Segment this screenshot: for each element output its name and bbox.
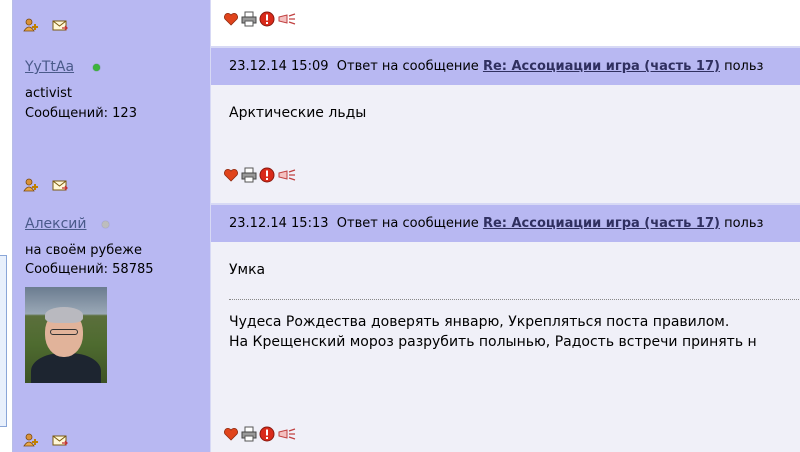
send-message-icon[interactable] [52, 17, 68, 33]
report-icon[interactable] [259, 11, 275, 27]
post-datetime: 23.12.14 15:09 [229, 59, 329, 74]
signature-line: Чудеса Рождества доверять январю, Укрепл… [229, 314, 730, 330]
add-friend-icon[interactable] [23, 177, 39, 193]
report-icon[interactable] [259, 167, 275, 183]
send-message-icon[interactable] [52, 432, 68, 448]
message-header: 23.12.14 15:13 Ответ на сообщение Re: Ас… [211, 203, 800, 242]
share-icon[interactable] [277, 167, 297, 183]
user-cell: YyTtAa activist Сообщений: 123 [13, 46, 211, 203]
reply-prefix: Ответ на сообщение [336, 59, 479, 74]
reply-link[interactable]: Re: Ассоциации игра (часть 17) [483, 216, 720, 231]
message-cell: 23.12.14 15:09 Ответ на сообщение Re: Ас… [211, 46, 800, 203]
message-actions [223, 11, 297, 27]
report-icon[interactable] [259, 426, 275, 442]
signature-divider [229, 299, 800, 300]
print-icon[interactable] [241, 11, 257, 27]
like-heart-icon[interactable] [223, 11, 239, 27]
previous-user-cell [13, 0, 211, 46]
side-panel-edge [0, 255, 7, 427]
like-heart-icon[interactable] [223, 426, 239, 442]
user-rank: activist [25, 86, 72, 101]
user-actions [23, 177, 68, 193]
add-friend-icon[interactable] [23, 17, 39, 33]
avatar[interactable] [25, 287, 107, 383]
user-actions [23, 432, 68, 448]
print-icon[interactable] [241, 426, 257, 442]
reply-prefix: Ответ на сообщение [336, 216, 479, 231]
share-icon[interactable] [277, 426, 297, 442]
send-message-icon[interactable] [52, 177, 68, 193]
message-cell: 23.12.14 15:13 Ответ на сообщение Re: Ас… [211, 203, 800, 452]
previous-message-cell [211, 0, 800, 46]
like-heart-icon[interactable] [223, 167, 239, 183]
user-rank: на своём рубеже [25, 243, 142, 258]
reply-suffix: польз [724, 59, 764, 74]
message-header: 23.12.14 15:09 Ответ на сообщение Re: Ас… [211, 46, 800, 85]
user-cell: Алексий на своём рубеже Сообщений: 58785 [13, 203, 211, 452]
share-icon[interactable] [277, 11, 297, 27]
add-friend-icon[interactable] [23, 432, 39, 448]
user-actions [23, 17, 68, 33]
messages-count: Сообщений: 58785 [25, 262, 154, 277]
online-status-icon [93, 64, 100, 71]
post-datetime: 23.12.14 15:13 [229, 216, 329, 231]
message-text: Умка [229, 262, 266, 278]
messages-count: Сообщений: 123 [25, 106, 137, 121]
print-icon[interactable] [241, 167, 257, 183]
offline-status-icon [102, 221, 109, 228]
forum-post: Алексий на своём рубеже Сообщений: 58785 [13, 203, 800, 452]
previous-post-footer [13, 0, 800, 46]
username-link[interactable]: Алексий [25, 216, 87, 232]
forum-post: YyTtAa activist Сообщений: 123 23.12.14 … [13, 46, 800, 203]
left-edge [0, 0, 12, 452]
message-text: Арктические льды [229, 105, 367, 121]
username-link[interactable]: YyTtAa [25, 59, 74, 75]
forum-thread: YyTtAa activist Сообщений: 123 23.12.14 … [12, 0, 800, 452]
message-actions [223, 167, 297, 183]
message-actions [223, 426, 297, 442]
reply-link[interactable]: Re: Ассоциации игра (часть 17) [483, 59, 720, 74]
reply-suffix: польз [724, 216, 764, 231]
signature-line: На Крещенский мороз разрубить полынью, Р… [229, 334, 757, 350]
